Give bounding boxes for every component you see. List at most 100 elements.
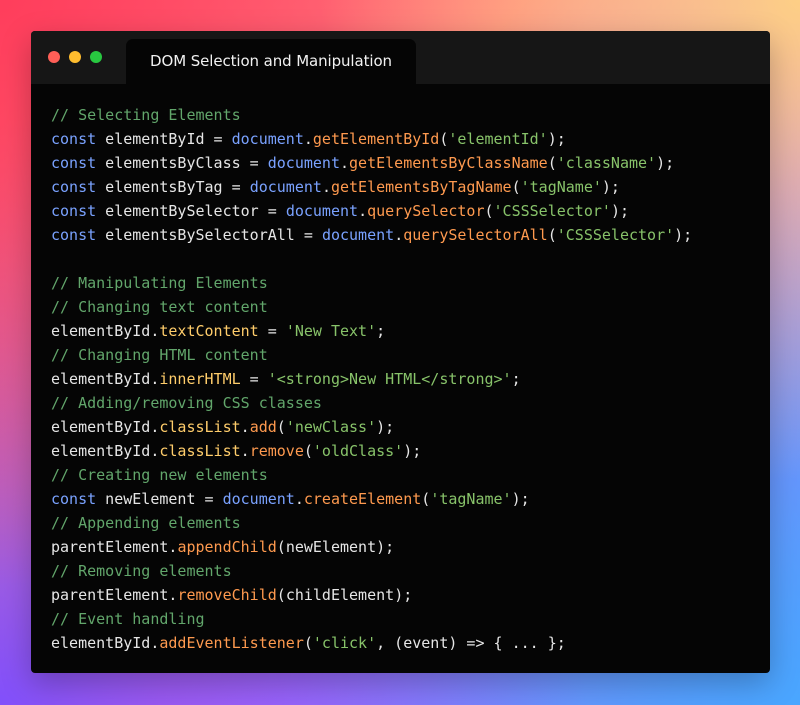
code-token-comment: // Adding/removing CSS classes xyxy=(51,394,322,412)
code-token-punc: ); xyxy=(601,178,620,196)
code-line: parentElement.removeChild(childElement); xyxy=(51,583,770,607)
code-token-punc: ( xyxy=(303,634,313,652)
code-token-keyword: const xyxy=(51,226,97,244)
code-token-method: querySelectorAll xyxy=(403,226,548,244)
maximize-window-icon[interactable] xyxy=(90,51,102,63)
code-token-comment: // Changing text content xyxy=(51,298,268,316)
code-token-string: 'CSSSelector' xyxy=(556,226,675,244)
code-token-string: 'click' xyxy=(312,634,377,652)
code-token-method: querySelector xyxy=(367,202,485,220)
code-line: // Adding/removing CSS classes xyxy=(51,391,770,415)
code-token-punc: . xyxy=(240,442,250,460)
code-token-ident: elementById. xyxy=(51,442,160,460)
code-token-ident: elementById. xyxy=(51,370,160,388)
code-token-punc: ( xyxy=(511,178,521,196)
code-token-keyword: const xyxy=(51,178,97,196)
code-token-comment: // Event handling xyxy=(51,610,205,628)
code-token-keyword: const xyxy=(51,490,97,508)
minimize-window-icon[interactable] xyxy=(69,51,81,63)
code-token-method: createElement xyxy=(303,490,422,508)
code-token-prop: classList xyxy=(159,418,241,436)
code-token-ident: elementById = xyxy=(96,130,232,148)
code-token-punc: ( xyxy=(547,154,557,172)
code-token-punc: ( xyxy=(421,490,431,508)
code-line: // Creating new elements xyxy=(51,463,770,487)
code-token-ident: newElement = xyxy=(96,490,223,508)
code-token-string: 'oldClass' xyxy=(312,442,404,460)
code-token-ident: parentElement. xyxy=(51,538,178,556)
code-line: parentElement.appendChild(newElement); xyxy=(51,535,770,559)
code-token-obj: document xyxy=(267,154,340,172)
code-token-string: '<strong>New HTML</strong>' xyxy=(267,370,512,388)
code-line: const elementsBySelectorAll = document.q… xyxy=(51,223,770,247)
code-token-punc: ); xyxy=(403,442,422,460)
code-token-keyword: const xyxy=(51,154,97,172)
code-window: DOM Selection and Manipulation // Select… xyxy=(31,31,770,673)
code-token-string: 'elementId' xyxy=(448,130,548,148)
code-token-comment: // Selecting Elements xyxy=(51,106,241,124)
code-token-punc: ( xyxy=(547,226,557,244)
code-token-ident: childElement xyxy=(285,586,395,604)
code-line: const newElement = document.createElemen… xyxy=(51,487,770,511)
code-editor: // Selecting Elements const elementById =… xyxy=(51,103,770,655)
code-token-method: appendChild xyxy=(177,538,277,556)
code-token-punc: ); xyxy=(610,202,629,220)
code-token-keyword: const xyxy=(51,130,97,148)
code-token-prop: innerHTML xyxy=(159,370,241,388)
code-token-method: add xyxy=(249,418,277,436)
code-line: // Changing HTML content xyxy=(51,343,770,367)
code-token-punc: . xyxy=(321,178,331,196)
code-token-string: 'CSSSelector' xyxy=(493,202,611,220)
code-token-method: getElementsByTagName xyxy=(330,178,512,196)
code-token-punc: . xyxy=(240,418,250,436)
code-token-ident: elementById. xyxy=(51,418,160,436)
code-token-ident: parentElement. xyxy=(51,586,178,604)
code-token-method: remove xyxy=(249,442,304,460)
code-token-punc: . xyxy=(294,490,304,508)
code-token-string: 'tagName' xyxy=(520,178,602,196)
code-token-punc: . xyxy=(303,130,313,148)
code-token-punc: ); xyxy=(547,130,566,148)
code-token-punc: ( xyxy=(276,586,286,604)
code-token-punc: ( xyxy=(276,538,286,556)
code-line: const elementById = document.getElementB… xyxy=(51,127,770,151)
code-token-obj: document xyxy=(321,226,395,244)
tab-dom-selection[interactable]: DOM Selection and Manipulation xyxy=(126,39,416,84)
code-token-comment: // Manipulating Elements xyxy=(51,274,268,292)
code-token-punc: . xyxy=(340,154,350,172)
code-token-prop: textContent xyxy=(159,322,259,340)
code-token-punc: ); xyxy=(511,490,530,508)
code-token-ident: newElement xyxy=(285,538,377,556)
code-token-keyword: const xyxy=(51,202,97,220)
code-token-ident: elementsByClass = xyxy=(96,154,268,172)
code-token-punc: ); xyxy=(376,538,395,556)
code-token-punc: ( xyxy=(484,202,494,220)
code-line: // Selecting Elements xyxy=(51,103,770,127)
code-token-comment: // Changing HTML content xyxy=(51,346,268,364)
close-window-icon[interactable] xyxy=(48,51,60,63)
code-token-string: 'tagName' xyxy=(430,490,512,508)
code-token-punc: , ( xyxy=(376,634,404,652)
code-line: const elementBySelector = document.query… xyxy=(51,199,770,223)
code-token-punc: . xyxy=(394,226,404,244)
code-token-punc: ; xyxy=(511,370,521,388)
code-line: elementById.classList.remove('oldClass')… xyxy=(51,439,770,463)
code-token-string: 'newClass' xyxy=(285,418,377,436)
code-token-method: removeChild xyxy=(177,586,277,604)
code-token-ident: = xyxy=(240,370,268,388)
code-token-comment: // Removing elements xyxy=(51,562,232,580)
code-line: // Event handling xyxy=(51,607,770,631)
code-token-prop: classList xyxy=(159,442,241,460)
code-token-obj: document xyxy=(285,202,359,220)
code-token-obj: document xyxy=(231,130,304,148)
code-token-method: addEventListener xyxy=(159,634,304,652)
code-token-ident: elementsByTag = xyxy=(96,178,250,196)
code-token-obj: document xyxy=(249,178,322,196)
code-line: const elementsByTag = document.getElemen… xyxy=(51,175,770,199)
code-token-method: getElementById xyxy=(312,130,440,148)
code-token-ident: elementsBySelectorAll = xyxy=(96,226,322,244)
code-token-punc: ( xyxy=(303,442,313,460)
code-token-ident: elementById. xyxy=(51,634,160,652)
code-token-comment: // Appending elements xyxy=(51,514,241,532)
code-token-comment: // Creating new elements xyxy=(51,466,268,484)
